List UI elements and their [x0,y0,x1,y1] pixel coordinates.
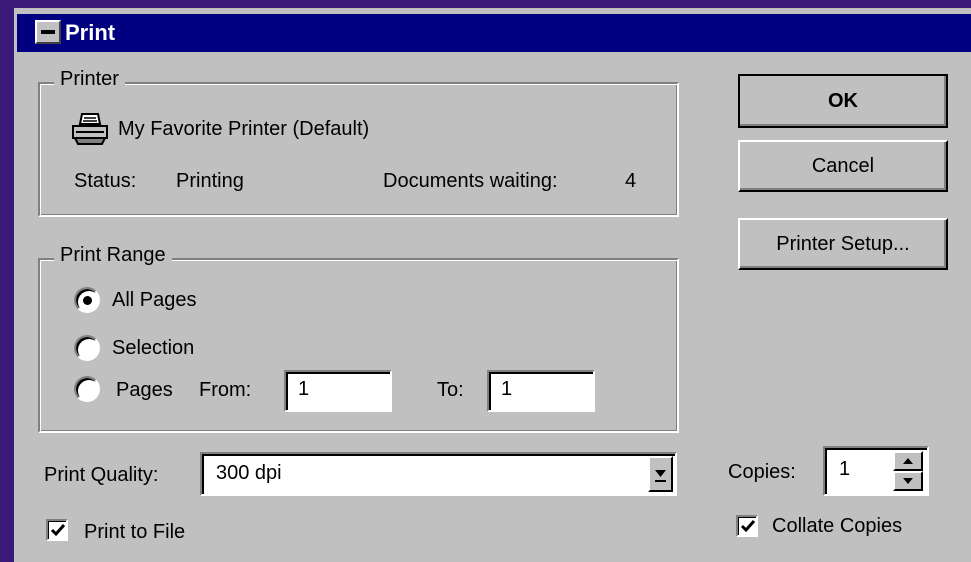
print-quality-select[interactable]: 300 dpi [200,452,677,496]
printer-group: Printer [38,68,679,217]
pages-radio[interactable] [74,376,100,402]
title-bar: Print [17,14,971,52]
status-value: Printing [176,170,244,192]
printer-setup-button[interactable]: Printer Setup... [738,218,948,270]
collate-copies-checkbox[interactable] [736,515,758,537]
pages-label[interactable]: Pages [116,379,173,402]
print-quality-label: Print Quality: [44,464,159,486]
window-title: Print [65,20,116,45]
from-label: From: [199,379,252,401]
printer-icon [70,112,110,152]
ok-button[interactable]: OK [738,74,948,128]
selection-label[interactable]: Selection [112,337,194,360]
print-to-file-label[interactable]: Print to File [84,521,185,544]
collate-copies-label[interactable]: Collate Copies [772,515,902,538]
to-label: To: [437,379,464,401]
copies-value: 1 [839,458,851,480]
to-page-value: 1 [501,378,513,400]
documents-waiting-value: 4 [625,170,637,192]
status-label: Status: [74,170,137,192]
cancel-button[interactable]: Cancel [738,140,948,192]
dropdown-arrow-icon[interactable] [648,456,673,492]
all-pages-label[interactable]: All Pages [112,289,197,312]
from-page-input[interactable]: 1 [284,370,392,412]
documents-waiting-label: Documents waiting: [383,170,558,192]
printer-name: My Favorite Printer (Default) [118,118,370,140]
system-menu-icon[interactable] [35,20,61,44]
printer-group-label: Printer [54,68,125,91]
from-page-value: 1 [298,378,310,400]
all-pages-radio[interactable] [74,287,100,313]
to-page-input[interactable]: 1 [487,370,595,412]
print-quality-value: 300 dpi [216,462,282,484]
copies-up-arrow-icon[interactable] [893,451,923,471]
copies-down-arrow-icon[interactable] [893,471,923,491]
selection-radio[interactable] [74,335,100,361]
copies-label: Copies: [728,461,796,483]
print-to-file-checkbox[interactable] [46,519,68,541]
print-range-group-label: Print Range [54,244,172,267]
